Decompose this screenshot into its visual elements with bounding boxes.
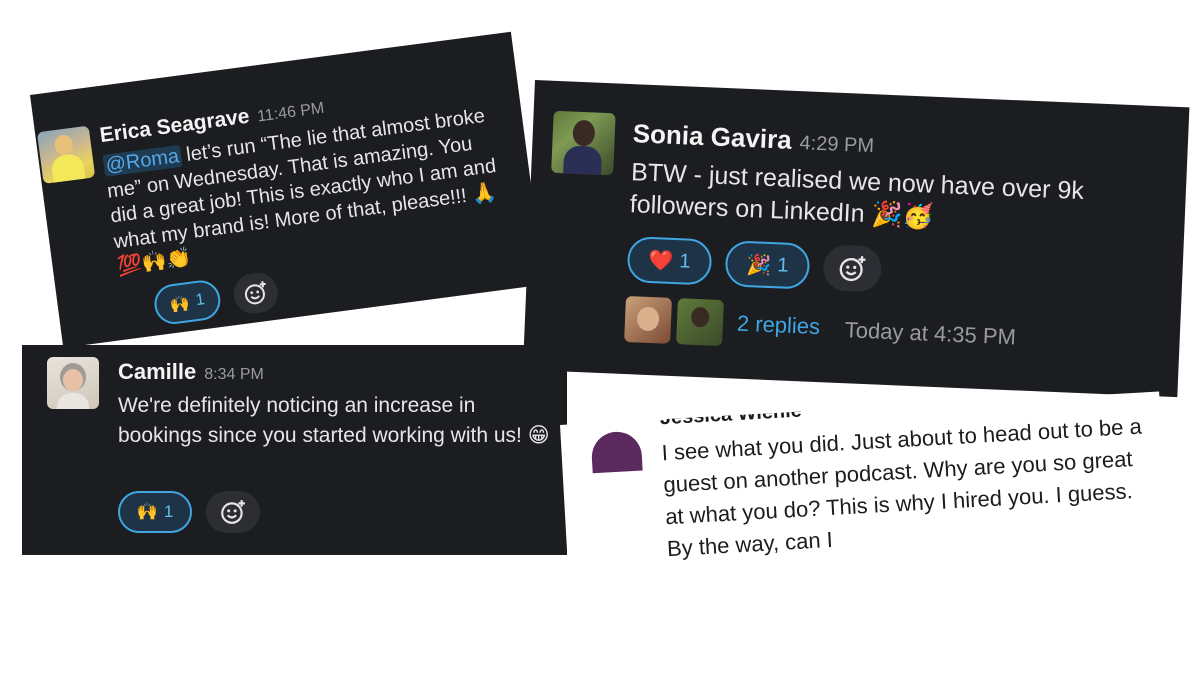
author-name[interactable]: Camille 8:34 PM [118,359,264,385]
message-card-sonia: Sonia Gavira 4:29 PM BTW - just realised … [522,80,1190,398]
avatar[interactable] [586,400,645,476]
reaction-count: 1 [194,291,206,310]
reaction-count: 1 [776,253,789,277]
thread-last-reply-time: Today at 4:35 PM [844,317,1017,350]
avatar-figure-body [57,393,89,409]
timestamp[interactable]: 11:46 PM [256,100,325,126]
raising-hands-emoji: 🙌 [136,502,158,522]
author-name-partial[interactable]: Jessica Wiehle [659,400,802,431]
reaction-pill-party[interactable]: 🎉 1 [724,240,811,290]
reaction-pill-heart[interactable]: ❤️ 1 [626,236,713,286]
avatar-figure [572,119,596,147]
reaction-pill[interactable]: 🙌 1 [152,278,223,327]
add-reaction-button[interactable] [822,244,883,293]
add-reaction-button[interactable] [231,270,281,316]
avatar-figure [636,306,660,332]
heart-emoji: ❤️ [648,247,674,273]
raising-hands-emoji: 🙌 [168,292,192,314]
message-card-jessica: Jessica Wiehle I see what you did. Just … [560,391,1169,590]
avatar-figure-body [563,145,603,176]
avatar-figure [690,306,710,328]
add-reaction-icon [221,500,245,524]
party-popper-emoji: 🎉 [745,252,772,278]
timestamp[interactable]: 8:34 PM [204,366,264,383]
message-card-camille: Camille 8:34 PM We're definitely noticing… [22,345,567,555]
avatar-figure-body [50,152,86,184]
avatar[interactable] [47,357,99,409]
author-name[interactable]: Sonia Gavira 4:29 PM [632,118,875,159]
message-card-erica: Erica Seagrave 11:46 PM @Roma let’s run “… [30,31,545,348]
message-text: BTW - just realised we now have over 9k … [629,158,1085,231]
reaction-pill[interactable]: 🙌 1 [118,491,192,533]
add-reaction-button[interactable] [206,491,260,533]
timestamp[interactable]: 4:29 PM [799,132,874,157]
add-reaction-icon [839,256,866,282]
message-text: We're definitely noticing an increase in… [118,394,550,447]
reply-avatar-2[interactable] [676,298,724,347]
message-text: I see what you did. Just about to head o… [661,413,1143,561]
avatar-figure [53,133,75,157]
avatar[interactable] [36,125,96,184]
avatar-figure-body [590,430,643,474]
reply-avatar-1[interactable] [624,296,672,344]
reaction-count: 1 [163,502,174,521]
thread-replies-link[interactable]: 2 replies [736,311,820,340]
add-reaction-icon [244,281,266,305]
reaction-count: 1 [678,249,692,273]
avatar[interactable] [551,110,616,176]
avatar-face [63,369,83,391]
